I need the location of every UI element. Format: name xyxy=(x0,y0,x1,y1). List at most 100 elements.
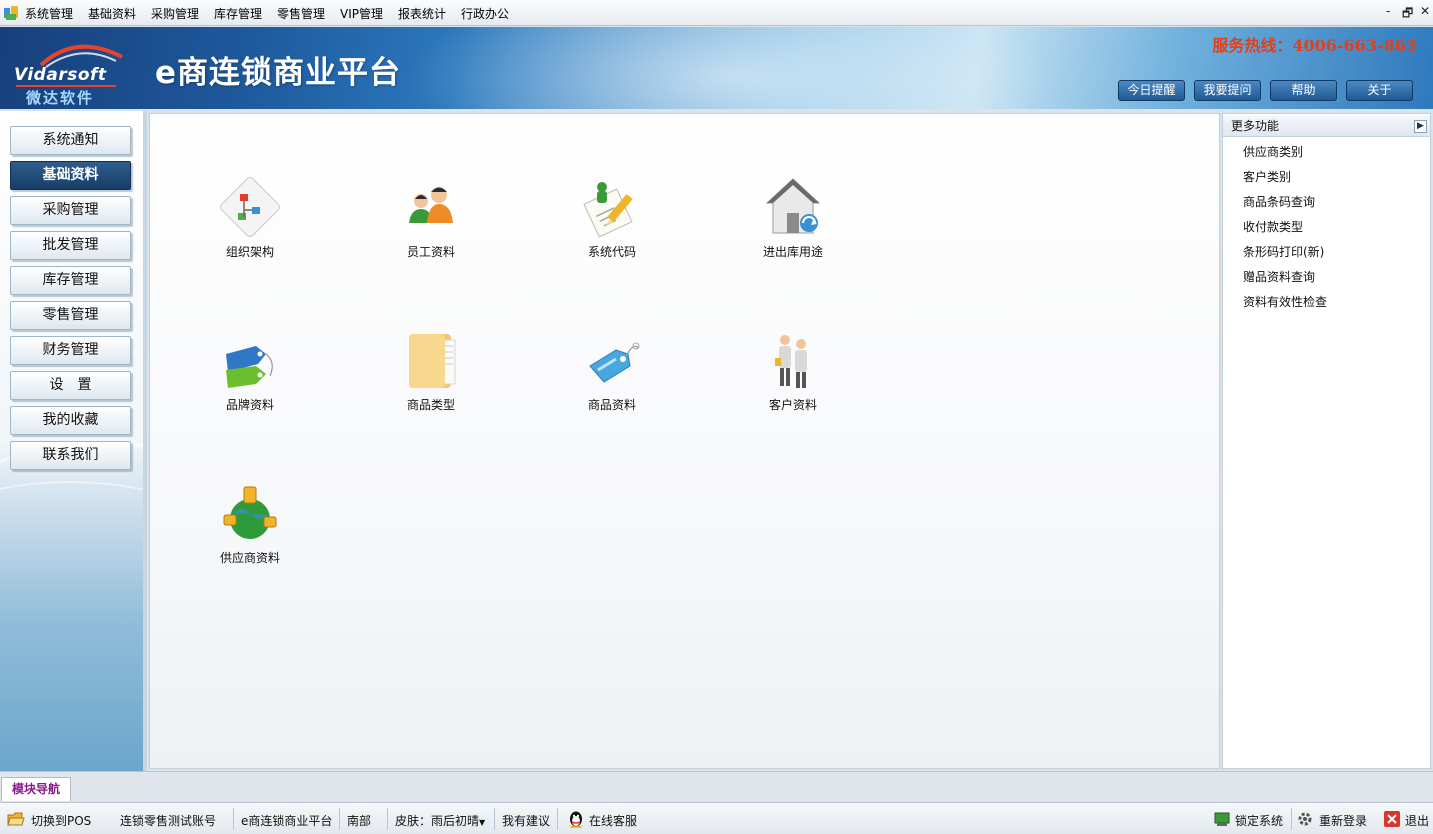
status-separator xyxy=(387,808,388,830)
module-org-structure[interactable]: 组织架构 xyxy=(195,177,305,263)
warehouse-house-icon xyxy=(765,178,821,234)
module-label: 组织架构 xyxy=(225,245,274,259)
module-label: 系统代码 xyxy=(587,245,636,259)
folder-open-icon xyxy=(7,812,25,826)
nav-decor-wave xyxy=(0,481,143,681)
minimize-button[interactable]: - xyxy=(1386,4,1390,18)
nav-basic-data[interactable]: 基础资料 xyxy=(10,161,131,190)
menu-vip[interactable]: VIP管理 xyxy=(340,5,383,22)
org-chart-icon xyxy=(220,177,280,237)
module-system-code[interactable]: 系统代码 xyxy=(557,177,667,263)
more-functions-title: 更多功能 xyxy=(1231,119,1280,133)
bottom-tab-strip: 模块导航 xyxy=(0,771,1433,801)
module-customer-info[interactable]: 客户资料 xyxy=(738,332,848,418)
about-button[interactable]: 关于 xyxy=(1346,80,1413,101)
chevron-right-icon[interactable]: ▶ xyxy=(1414,120,1427,133)
system-code-icon xyxy=(583,182,633,238)
link-barcode-print[interactable]: 条形码打印(新) xyxy=(1243,243,1324,260)
lock-system-button[interactable]: 锁定系统 xyxy=(1235,812,1283,829)
close-button[interactable]: ✕ xyxy=(1420,4,1430,18)
suggestion-button[interactable]: 我有建议 xyxy=(502,812,550,829)
exit-button[interactable]: 退出 xyxy=(1405,812,1429,829)
nav-inventory[interactable]: 库存管理 xyxy=(10,266,131,295)
module-label: 供应商资料 xyxy=(219,551,280,565)
module-io-purpose[interactable]: 进出库用途 xyxy=(738,177,848,263)
menu-purchase[interactable]: 采购管理 xyxy=(151,5,199,22)
restore-button[interactable]: 🗗 xyxy=(1402,4,1413,25)
lock-system-icon xyxy=(1214,812,1230,826)
relogin-button[interactable]: 重新登录 xyxy=(1319,812,1367,829)
status-separator xyxy=(557,808,558,830)
tab-module-navigation[interactable]: 模块导航 xyxy=(1,777,71,801)
exit-icon xyxy=(1384,811,1400,827)
brand-tags-icon xyxy=(226,346,273,388)
status-separator xyxy=(1291,808,1292,830)
module-label: 品牌资料 xyxy=(225,398,274,412)
status-separator xyxy=(494,808,495,830)
status-separator xyxy=(233,808,234,830)
module-label: 进出库用途 xyxy=(762,245,823,259)
qq-penguin-icon xyxy=(570,811,582,828)
module-label: 客户资料 xyxy=(768,398,817,412)
logo: Vidarsoft 微达软件 xyxy=(6,33,136,107)
account-name: 连锁零售测试账号 xyxy=(120,814,217,828)
ask-question-button[interactable]: 我要提问 xyxy=(1194,80,1261,101)
module-panel: 组织架构 员工资料 系统代码 进出库用途 品牌资料 商品类型 商品资料 客户资料… xyxy=(149,113,1220,769)
platform-name: e商连锁商业平台 xyxy=(241,814,333,828)
status-separator xyxy=(339,808,340,830)
link-data-validity-check[interactable]: 资料有效性检查 xyxy=(1243,293,1327,310)
help-button[interactable]: 帮助 xyxy=(1270,80,1337,101)
folder-icon xyxy=(409,334,456,388)
more-functions-panel: 更多功能 ▶ 供应商类别 客户类别 商品条码查询 收付款类型 条形码打印(新) … xyxy=(1222,113,1431,769)
menu-basic-data[interactable]: 基础资料 xyxy=(88,5,136,22)
region-name: 南部 xyxy=(347,814,372,828)
link-payment-type[interactable]: 收付款类型 xyxy=(1243,218,1303,235)
menu-reports[interactable]: 报表统计 xyxy=(398,5,446,22)
link-customer-category[interactable]: 客户类别 xyxy=(1243,168,1291,185)
skin-label: 皮肤：雨后初晴 xyxy=(395,814,480,828)
skin-selector[interactable]: 皮肤：雨后初晴▼ xyxy=(395,812,485,829)
nav-favorites[interactable]: 我的收藏 xyxy=(10,406,131,435)
link-gift-query[interactable]: 赠品资料查询 xyxy=(1243,268,1315,285)
nav-system-notice[interactable]: 系统通知 xyxy=(10,126,131,155)
nav-settings[interactable]: 设 置 xyxy=(10,371,131,400)
header-banner: Vidarsoft 微达软件 e商连锁商业平台 服务热线：4006-663-86… xyxy=(0,27,1433,109)
product-tag-icon xyxy=(589,342,640,383)
nav-retail[interactable]: 零售管理 xyxy=(10,301,131,330)
app-title: e商连锁商业平台 xyxy=(155,55,402,91)
nav-purchase[interactable]: 采购管理 xyxy=(10,196,131,225)
menu-admin[interactable]: 行政办公 xyxy=(461,5,509,22)
status-bar: 切换到POS 连锁零售测试账号 e商连锁商业平台 南部 皮肤：雨后初晴▼ 我有建… xyxy=(0,802,1433,834)
module-supplier-info[interactable]: 供应商资料 xyxy=(195,485,305,571)
link-supplier-category[interactable]: 供应商类别 xyxy=(1243,143,1303,160)
logo-subtext: 微达软件 xyxy=(26,89,95,107)
module-label: 商品资料 xyxy=(587,398,636,412)
menu-system[interactable]: 系统管理 xyxy=(25,5,73,22)
module-product-type[interactable]: 商品类型 xyxy=(376,332,486,418)
module-label: 员工资料 xyxy=(406,245,455,259)
today-reminder-button[interactable]: 今日提醒 xyxy=(1118,80,1185,101)
banner-light-sweep xyxy=(380,27,1080,109)
service-hotline: 服务热线：4006-663-863 xyxy=(1212,36,1417,55)
relogin-gear-icon xyxy=(1298,812,1312,826)
app-icon xyxy=(4,6,18,20)
customers-icon xyxy=(775,335,807,388)
more-functions-header: 更多功能 ▶ xyxy=(1223,116,1430,137)
supplier-globe-icon xyxy=(223,486,277,539)
module-label: 商品类型 xyxy=(406,398,455,412)
online-service-button[interactable]: 在线客服 xyxy=(589,812,637,829)
left-nav: 系统通知 基础资料 采购管理 批发管理 库存管理 零售管理 财务管理 设 置 我… xyxy=(0,111,147,771)
menu-retail[interactable]: 零售管理 xyxy=(277,5,325,22)
switch-to-pos-button[interactable]: 切换到POS xyxy=(31,812,91,829)
module-brand[interactable]: 品牌资料 xyxy=(195,332,305,418)
employees-icon xyxy=(409,187,453,223)
menu-bar: 系统管理 基础资料 采购管理 库存管理 零售管理 VIP管理 报表统计 行政办公… xyxy=(0,0,1433,26)
nav-wholesale[interactable]: 批发管理 xyxy=(10,231,131,260)
menu-inventory[interactable]: 库存管理 xyxy=(214,5,262,22)
caret-down-icon: ▼ xyxy=(479,818,486,827)
module-employees[interactable]: 员工资料 xyxy=(376,177,486,263)
nav-finance[interactable]: 财务管理 xyxy=(10,336,131,365)
nav-contact-us[interactable]: 联系我们 xyxy=(10,441,131,470)
module-product-info[interactable]: 商品资料 xyxy=(557,332,667,418)
link-barcode-query[interactable]: 商品条码查询 xyxy=(1243,193,1315,210)
